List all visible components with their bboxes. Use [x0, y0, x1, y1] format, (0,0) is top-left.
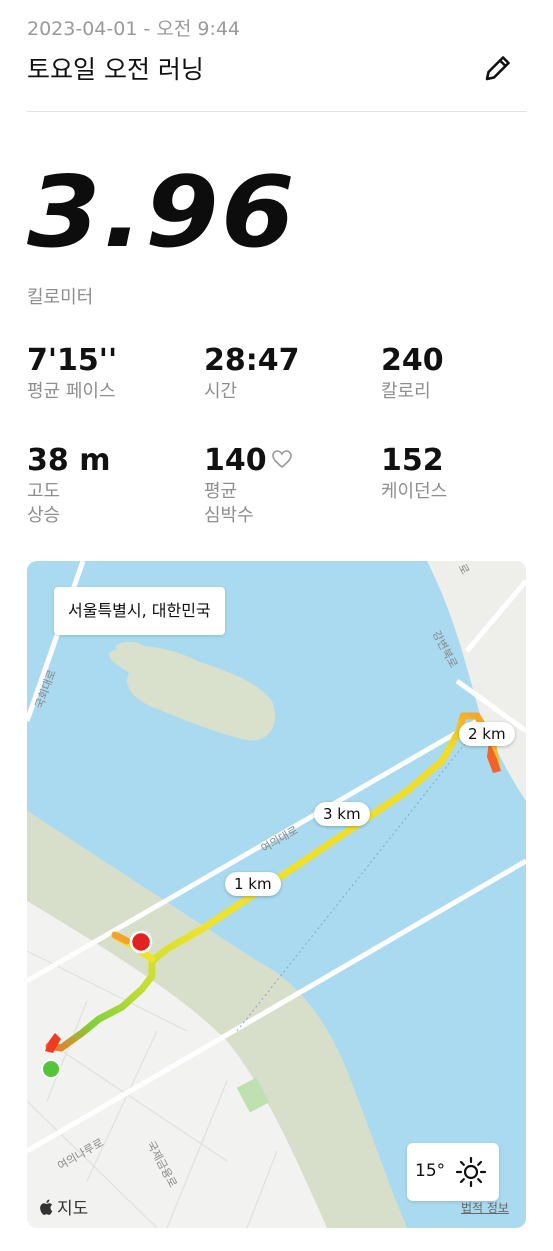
- weather-badge: 15°: [407, 1143, 499, 1201]
- apple-maps-logo: 지도: [39, 1194, 88, 1219]
- stat-heart-rate: 140 평균 심박수: [204, 444, 293, 528]
- workout-title: 토요일 오전 러닝: [27, 55, 204, 84]
- stat-value: 7'15'': [27, 343, 118, 378]
- location-label: 서울특별시, 대한민국: [54, 587, 225, 635]
- workout-date: 2023-04-01 - 오전 9:44: [27, 18, 241, 40]
- stat-label: 칼로리: [381, 381, 431, 402]
- stat-average-pace: 7'15'' 평균 페이스: [27, 344, 117, 404]
- stat-value: 240: [381, 343, 444, 378]
- stat-label: 시간: [204, 381, 238, 402]
- legal-link[interactable]: 법적 정보: [461, 1199, 509, 1216]
- stat-value: 38 m: [27, 443, 111, 478]
- stat-cadence: 152 케이던스: [381, 444, 447, 504]
- maps-logo-text: 지도: [57, 1199, 89, 1219]
- stat-calories: 240 칼로리: [381, 344, 444, 404]
- sun-icon: [455, 1156, 487, 1188]
- stat-elevation-gain: 38 m 고도 상승: [27, 444, 110, 528]
- pencil-icon: [485, 56, 510, 81]
- distance-unit: 킬로미터: [27, 287, 94, 308]
- stat-label: 평균 심박수: [204, 481, 254, 526]
- km-marker-2: 2 km: [459, 722, 515, 746]
- apple-icon: [40, 1199, 53, 1215]
- km-marker-1: 1 km: [225, 872, 281, 896]
- heart-icon: [271, 449, 292, 468]
- distance-value: 3.96: [27, 156, 297, 270]
- stat-value: 28:47: [204, 343, 300, 378]
- stat-label: 고도 상승: [27, 481, 61, 526]
- end-marker: [129, 930, 153, 954]
- header-divider: [27, 111, 526, 112]
- edit-button[interactable]: [480, 50, 516, 86]
- start-marker: [41, 1059, 61, 1079]
- weather-temperature: 15°: [415, 1161, 446, 1181]
- stat-value: 140: [204, 443, 267, 478]
- stat-value: 152: [381, 443, 444, 478]
- stat-label: 평균 페이스: [27, 381, 116, 402]
- route-map[interactable]: 국회대로 여의대로 여의나루로 국제금융로 강변북로 로 서울특별시, 대한민국…: [27, 561, 526, 1228]
- stat-label: 케이던스: [381, 481, 448, 502]
- km-marker-3: 3 km: [314, 802, 370, 826]
- stat-value-row: 140: [204, 444, 293, 478]
- stat-duration: 28:47 시간: [204, 344, 300, 404]
